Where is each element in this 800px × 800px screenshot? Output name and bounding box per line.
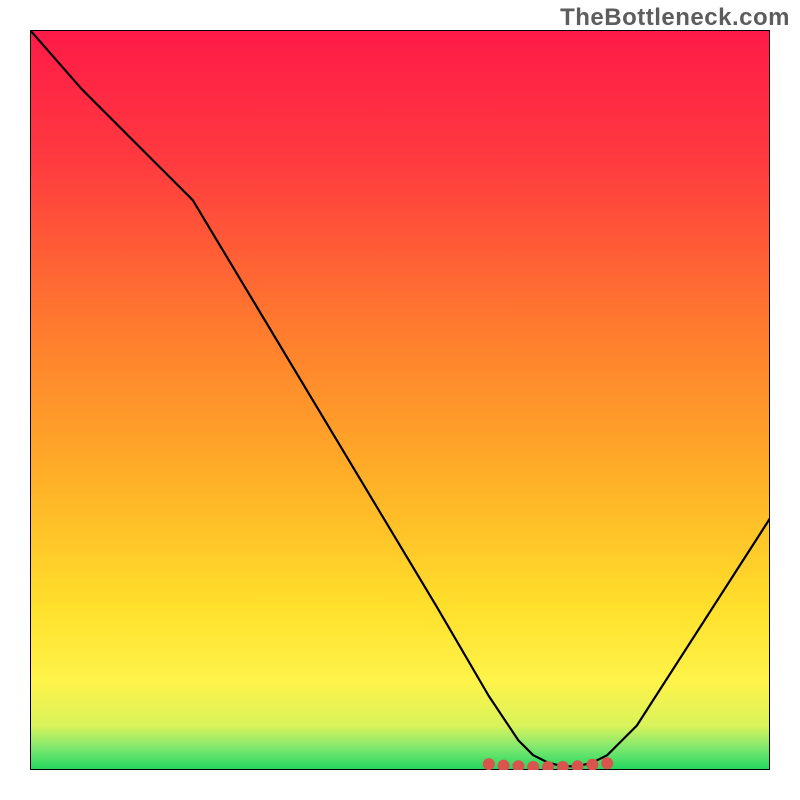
watermark-label: TheBottleneck.com [560,4,790,32]
gradient-background [30,30,770,770]
bottleneck-chart [30,30,770,770]
chart-container: TheBottleneck.com [0,0,800,800]
marker-dot [601,757,613,769]
marker-dot [483,758,495,770]
